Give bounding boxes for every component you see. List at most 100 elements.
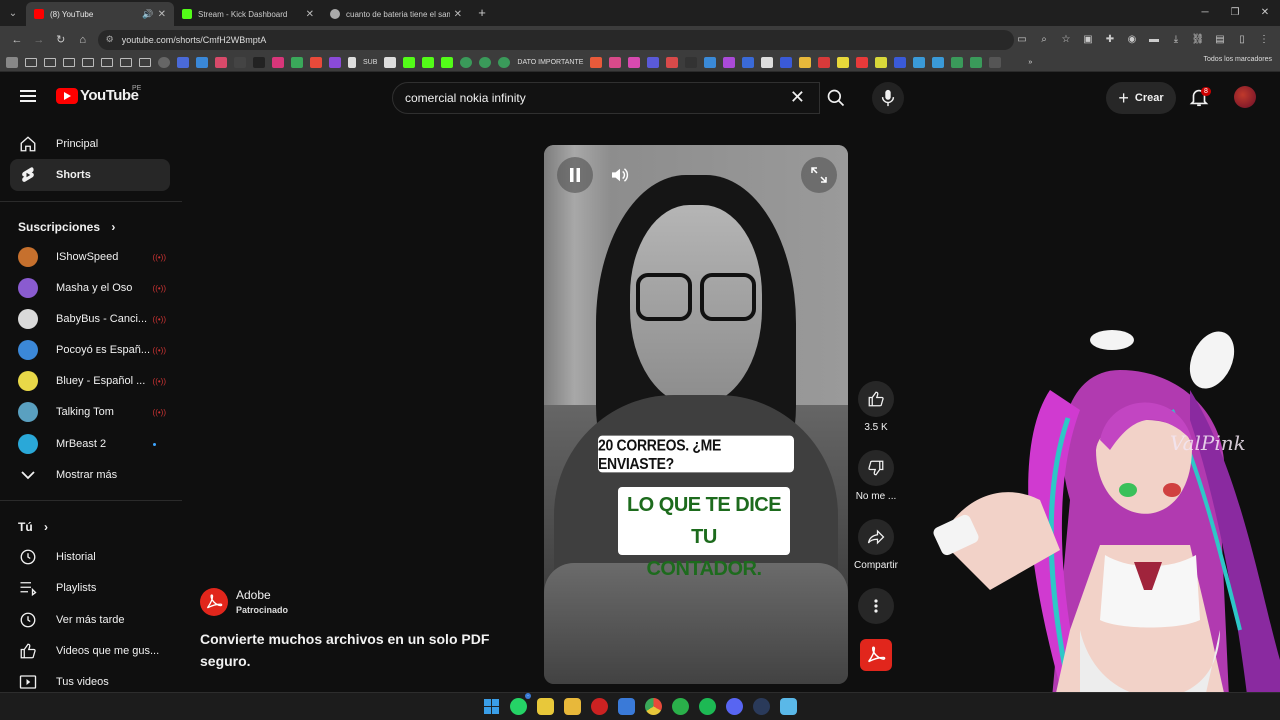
sidebar-item-playlists[interactable]: Playlists <box>10 572 170 604</box>
sticky-notes-icon[interactable] <box>537 698 554 715</box>
bookmark-star-icon[interactable]: ☆ <box>1058 34 1074 45</box>
bookmark-icon[interactable] <box>329 56 341 68</box>
bookmark-icon[interactable] <box>894 56 907 68</box>
puzzle-icon[interactable]: ✚ <box>1102 34 1118 45</box>
bookmark-icon[interactable] <box>704 56 717 68</box>
tab-close-icon[interactable]: ✕ <box>158 9 166 20</box>
bookmark-icon[interactable] <box>590 56 603 68</box>
sidebar-item-bluey[interactable]: Bluey - Español ... ((•)) <box>10 365 170 397</box>
steam-bookmark-icon[interactable] <box>989 56 1002 68</box>
bookmark-icon[interactable] <box>177 56 189 68</box>
like-button[interactable] <box>858 381 894 417</box>
home-icon[interactable]: ⌂ <box>72 34 94 46</box>
bookmark-icon[interactable] <box>761 56 774 68</box>
apps-icon[interactable] <box>6 56 18 68</box>
ad-headline[interactable]: Convierte muchos archivos en un solo PDF… <box>200 628 530 672</box>
important-bookmark[interactable]: DATO IMPORTANTE <box>517 59 583 66</box>
tab-kick[interactable]: Stream - Kick Dashboard ✕ <box>174 2 322 26</box>
subscriptions-heading[interactable]: Suscripciones › <box>18 220 115 234</box>
tab-audio-icon[interactable]: 🔊 <box>142 9 153 20</box>
kick-bookmark-icon[interactable] <box>422 56 435 68</box>
bookmark-icon[interactable] <box>685 56 698 68</box>
extension-icon[interactable]: ▣ <box>1080 34 1096 45</box>
sidebar-item-principal[interactable]: Principal <box>10 128 170 160</box>
more-options-button[interactable] <box>858 588 894 624</box>
steam-icon[interactable] <box>753 698 770 715</box>
bookmark-icon[interactable] <box>479 56 492 68</box>
kick-bookmark-icon[interactable] <box>441 56 454 68</box>
share-button[interactable] <box>858 519 894 555</box>
bookmark-icon[interactable] <box>875 56 888 68</box>
site-info-icon[interactable]: ⚙ <box>106 34 114 45</box>
bookmark-icon[interactable] <box>780 56 793 68</box>
bookmark-icon[interactable] <box>837 56 850 68</box>
bookmark-folder[interactable] <box>25 57 37 67</box>
sidebar-item-mrbeast2[interactable]: MrBeast 2 <box>10 428 170 460</box>
minimize-icon[interactable]: ─ <box>1190 0 1220 26</box>
install-icon[interactable]: ▭ <box>1014 34 1030 45</box>
reload-icon[interactable]: ↻ <box>50 33 72 46</box>
bookmark-icon[interactable] <box>234 56 246 68</box>
bookmark-icon[interactable] <box>951 56 964 68</box>
sidebar-item-pocoyo[interactable]: Pocoyó ᴇs Españ... ((•)) <box>10 334 170 366</box>
drive-icon[interactable] <box>291 56 303 68</box>
sidebar-item-talking-tom[interactable]: Talking Tom ((•)) <box>10 396 170 428</box>
zoom-icon[interactable]: ⌕ <box>1036 34 1052 45</box>
bookmark-icon[interactable] <box>723 56 736 68</box>
sidebar-item-watch-later[interactable]: Ver más tarde <box>10 604 170 636</box>
bookmark-folder[interactable] <box>101 57 113 67</box>
menu-icon[interactable]: ⋮ <box>1256 34 1272 45</box>
bookmark-icon[interactable] <box>460 56 473 68</box>
spotify-icon[interactable] <box>699 698 716 715</box>
forward-icon[interactable]: → <box>28 34 50 46</box>
search-input[interactable]: comercial nokia infinity ✕ <box>392 82 820 114</box>
bookmark-folder[interactable] <box>120 57 132 67</box>
bookmark-icon[interactable] <box>932 56 945 68</box>
search-button[interactable] <box>818 82 854 114</box>
windows-start-icon[interactable] <box>483 698 500 715</box>
kick-bookmark-icon[interactable] <box>403 56 416 68</box>
advertiser-channel-button[interactable] <box>860 639 892 671</box>
bookmark-folder[interactable] <box>139 57 151 67</box>
tab-close-icon[interactable]: ✕ <box>454 9 462 20</box>
tab-close-icon[interactable]: ✕ <box>306 9 314 20</box>
bookmark-icon[interactable] <box>384 56 397 68</box>
bookmark-icon[interactable] <box>498 56 511 68</box>
voice-search-button[interactable] <box>872 82 904 114</box>
bookmark-icon[interactable] <box>310 56 322 68</box>
address-bar[interactable]: ⚙ youtube.com/shorts/CmfH2WBmptA <box>97 29 1014 50</box>
card-icon[interactable]: ▬ <box>1146 34 1162 45</box>
more-bookmarks-icon[interactable]: » <box>1028 59 1032 66</box>
maximize-icon[interactable]: ❐ <box>1220 0 1250 26</box>
dislike-button[interactable] <box>858 450 894 486</box>
bookmark-icon[interactable] <box>742 56 755 68</box>
bookmark-icon[interactable] <box>970 56 983 68</box>
close-window-icon[interactable]: ✕ <box>1250 0 1280 26</box>
sidebar-item-liked-videos[interactable]: Videos que me gus... <box>10 635 170 667</box>
sidepanel-icon[interactable]: ▯ <box>1234 34 1250 45</box>
sidebar-item-ishowspeed[interactable]: IShowSpeed ((•)) <box>10 241 170 273</box>
bookmark-icon[interactable] <box>666 56 679 68</box>
create-button[interactable]: + Crear <box>1106 82 1176 114</box>
youtube-logo[interactable]: YouTube PE <box>56 85 141 104</box>
back-icon[interactable]: ← <box>6 34 28 46</box>
bookmark-icon[interactable] <box>856 56 869 68</box>
new-tab-button[interactable]: + <box>470 2 494 26</box>
vivaldi-icon[interactable] <box>591 698 608 715</box>
tiktok-icon[interactable] <box>253 56 265 68</box>
you-heading[interactable]: Tú › <box>18 520 48 534</box>
sidebar-item-shorts[interactable]: Shorts <box>10 159 170 191</box>
sub-bookmark-icon[interactable] <box>348 56 356 68</box>
tab-search-button[interactable]: ⌄ <box>0 0 26 26</box>
link-icon[interactable]: ⛓ <box>1190 34 1206 45</box>
bookmark-folder[interactable] <box>44 57 56 67</box>
bookmark-icon[interactable] <box>215 56 227 68</box>
whatsapp-desktop-icon[interactable] <box>672 698 689 715</box>
menu-hamburger-icon[interactable] <box>20 90 36 102</box>
bookmark-icon[interactable] <box>647 56 660 68</box>
fullscreen-button[interactable] <box>801 157 837 193</box>
account-avatar[interactable] <box>1234 86 1256 108</box>
chrome-icon[interactable] <box>645 698 662 715</box>
whatsapp-icon[interactable]: · <box>510 693 531 715</box>
sidebar-item-historial[interactable]: Historial <box>10 541 170 573</box>
